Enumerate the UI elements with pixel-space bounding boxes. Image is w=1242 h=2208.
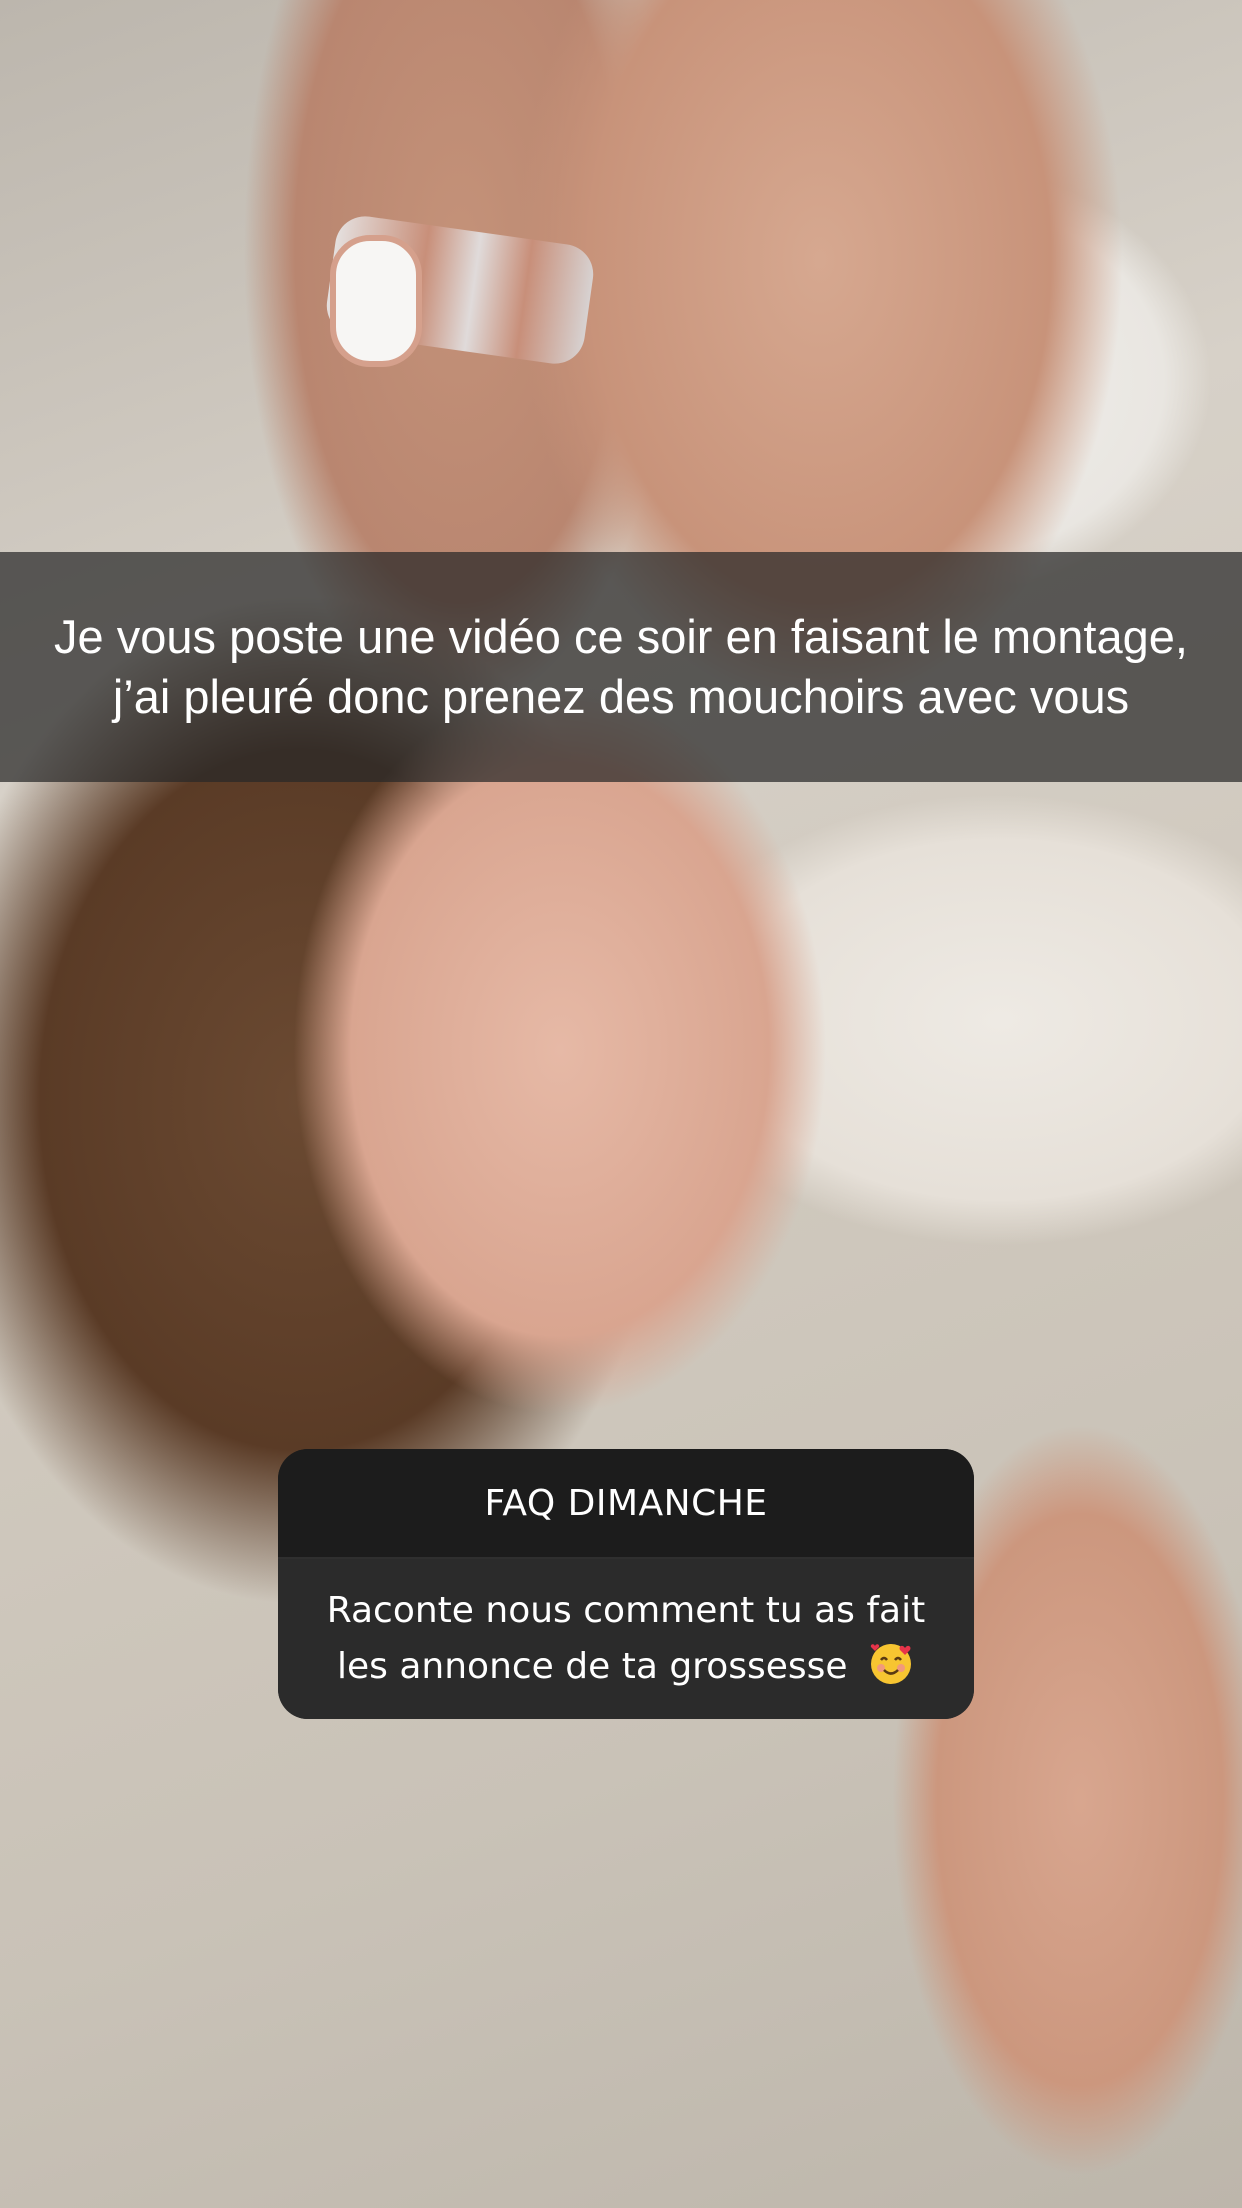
faq-sticker[interactable]: FAQ DIMANCHE Raconte nous comment tu as … (278, 1449, 974, 1719)
faq-body: Raconte nous comment tu as fait les anno… (278, 1559, 974, 1719)
story-photo (0, 0, 1242, 2208)
faq-title: FAQ DIMANCHE (484, 1482, 768, 1524)
caption-bar: Je vous poste une vidéo ce soir en faisa… (0, 552, 1242, 782)
faq-header: FAQ DIMANCHE (278, 1449, 974, 1559)
watch-face-graphic (330, 235, 422, 367)
caption-text: Je vous poste une vidéo ce soir en faisa… (54, 610, 1188, 723)
smiling-face-with-hearts-icon (867, 1640, 915, 1688)
faq-question-line-2-text: les annonce de ta grossesse (337, 1646, 848, 1687)
faq-question-line-1: Raconte nous comment tu as fait (326, 1590, 926, 1631)
faq-question: Raconte nous comment tu as fait les anno… (306, 1583, 946, 1695)
faq-question-line-2: les annonce de ta grossesse (306, 1639, 946, 1695)
story-viewer[interactable]: Je vous poste une vidéo ce soir en faisa… (0, 0, 1242, 2208)
